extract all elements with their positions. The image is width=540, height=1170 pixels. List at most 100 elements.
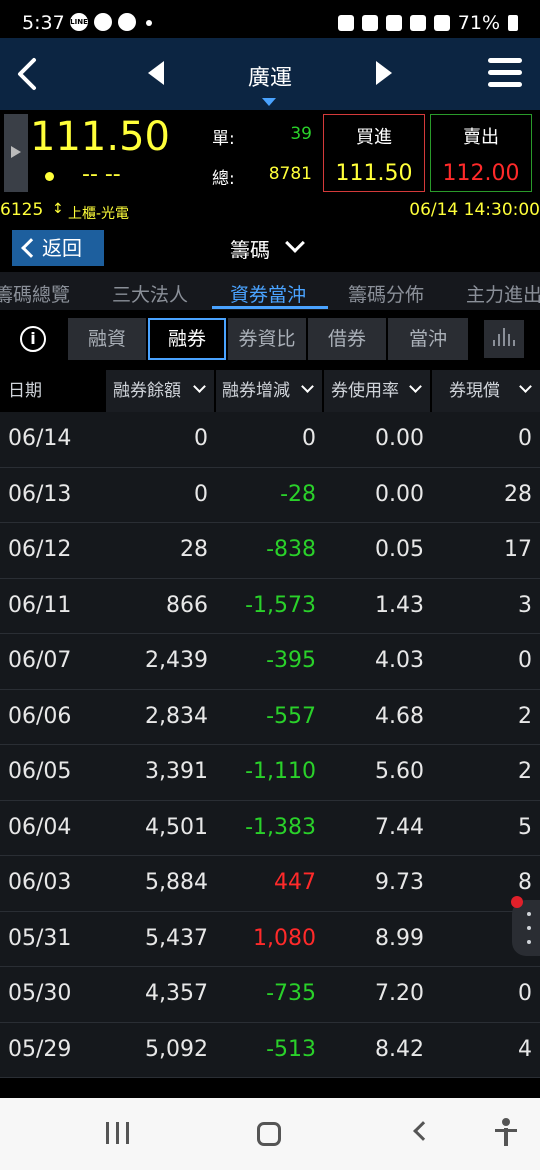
cell-short-change: 447 <box>274 870 316 895</box>
section-selector[interactable]: 籌碼 <box>230 234 270 263</box>
cell-short-balance: 866 <box>166 592 208 618</box>
cell-usage-rate: 0.00 <box>375 426 424 451</box>
sell-button[interactable]: 賣出 112.00 <box>430 114 532 192</box>
back-row: 返回 籌碼 <box>0 228 540 272</box>
recent-apps-icon[interactable] <box>106 1122 132 1144</box>
table-row[interactable]: 06/03 5,884 447 9.73 8 <box>0 856 540 912</box>
top-nav-bar: 廣運 <box>0 38 540 110</box>
sub-tabs: i 融資 融券 券資比 借券 當沖 <box>0 310 540 370</box>
subtab-short-sale[interactable]: 融券 <box>148 318 226 360</box>
cell-date: 05/29 <box>8 1036 72 1062</box>
tab-chip-overview[interactable]: 籌碼總覽 <box>0 280 70 307</box>
subtab-margin-purchase[interactable]: 融資 <box>68 318 146 360</box>
subtab-securities-lending[interactable]: 借券 <box>308 318 386 360</box>
subtab-short-margin-ratio[interactable]: 券資比 <box>228 318 306 360</box>
leaf-icon <box>337 15 354 31</box>
category-tabs: 籌碼總覽 三大法人 資券當沖 籌碼分佈 主力進出 <box>0 272 540 310</box>
return-button[interactable]: 返回 <box>12 230 104 266</box>
table-row[interactable]: 06/12 28 -838 0.05 17 <box>0 523 540 579</box>
cell-usage-rate: 8.42 <box>375 1036 424 1062</box>
cell-usage-rate: 0.00 <box>375 481 424 507</box>
cell-usage-rate: 8.99 <box>375 925 424 951</box>
table-row[interactable]: 05/315,4371,0808.993 <box>0 911 540 967</box>
cell-date: 06/11 <box>8 592 72 618</box>
total-volume-label: 總: <box>212 169 235 189</box>
table-row[interactable]: 06/05 3,391 -1,110 5.60 2 <box>0 745 540 801</box>
cell-short-change: -557 <box>266 703 316 729</box>
tab-major-traders[interactable]: 主力進出 <box>466 280 540 307</box>
tab-chip-distribution[interactable]: 籌碼分佈 <box>348 280 424 307</box>
sell-price: 112.00 <box>442 161 520 186</box>
table-row[interactable]: 06/07 2,439 -395 4.03 0 <box>0 634 540 690</box>
battery-icon <box>508 15 518 31</box>
info-icon[interactable]: i <box>20 326 46 352</box>
chat-icon <box>94 13 112 31</box>
sort-dropdown-icon[interactable] <box>301 380 314 393</box>
header-cash-repay[interactable]: 券現償 <box>432 370 540 412</box>
cell-cash-repay: 0 <box>518 981 532 1006</box>
subtab-day-trade[interactable]: 當沖 <box>388 318 468 360</box>
signal-icon <box>433 15 450 31</box>
title-dropdown-caret-icon <box>262 98 276 106</box>
notification-dot-icon <box>511 896 523 908</box>
table-row[interactable]: 05/29 5,092 -513 8.42 4 <box>0 1022 540 1078</box>
header-cash-repay-label: 券現償 <box>449 381 500 401</box>
cell-short-balance: 0 <box>194 426 208 451</box>
cell-short-change: -1,110 <box>245 759 316 784</box>
header-short-balance-label: 融券餘額 <box>113 381 181 401</box>
system-navigation-bar <box>0 1098 540 1170</box>
cell-cash-repay: 2 <box>518 759 532 784</box>
cell-cash-repay: 0 <box>518 648 532 673</box>
cell-short-balance: 2,834 <box>145 703 208 729</box>
cell-short-balance: 5,437 <box>145 925 208 951</box>
system-back-icon[interactable] <box>413 1121 433 1141</box>
buy-button[interactable]: 買進 111.50 <box>323 114 425 192</box>
waveform-icon[interactable] <box>484 320 524 358</box>
cell-short-balance: 5,092 <box>145 1036 208 1062</box>
table-row[interactable]: 06/14 0 0 0.00 0 <box>0 412 540 468</box>
cell-cash-repay: 2 <box>518 703 532 729</box>
hamburger-icon[interactable] <box>488 58 522 90</box>
cell-cash-repay: 28 <box>504 481 532 507</box>
cell-short-change: 1,080 <box>253 925 316 951</box>
up-down-arrow-icon: ↕ <box>52 201 64 217</box>
sort-dropdown-icon[interactable] <box>193 380 206 393</box>
cell-short-balance: 4,357 <box>145 981 208 1006</box>
table-row[interactable]: 06/04 4,501 -1,383 7.44 5 <box>0 800 540 856</box>
header-short-balance[interactable]: 融券餘額 <box>106 370 214 412</box>
cell-short-change: -1,573 <box>245 592 316 618</box>
back-arrow-icon[interactable] <box>12 56 42 92</box>
cell-short-change: -395 <box>266 648 316 673</box>
chevron-down-icon[interactable] <box>285 233 305 253</box>
sort-dropdown-icon[interactable] <box>519 380 532 393</box>
table-body: 06/14 0 0 0.00 0 06/13 0 -28 0.00 28 06/12 28 -838 0.… <box>0 412 540 1078</box>
header-short-change[interactable]: 融券增減 <box>216 370 322 412</box>
header-usage-rate-label: 券使用率 <box>331 381 399 401</box>
table-row[interactable]: 06/13 0 -28 0.00 28 <box>0 467 540 523</box>
prev-stock-icon[interactable] <box>148 61 164 85</box>
active-tab-underline <box>212 306 328 309</box>
buy-price: 111.50 <box>335 161 413 186</box>
sort-dropdown-icon[interactable] <box>409 380 422 393</box>
cell-cash-repay: 4 <box>518 1036 532 1062</box>
quote-datetime: 06/14 14:30:00 <box>409 200 540 220</box>
cell-short-change: -838 <box>266 537 316 562</box>
cell-date: 06/05 <box>8 759 72 784</box>
tab-margin-daytrade[interactable]: 資券當沖 <box>230 280 306 307</box>
accessibility-icon[interactable] <box>493 1118 519 1148</box>
cell-usage-rate: 4.68 <box>375 703 424 729</box>
table-header: 日期 融券餘額 融券增減 券使用率 券現償 <box>0 370 540 412</box>
header-usage-rate[interactable]: 券使用率 <box>324 370 430 412</box>
home-icon[interactable] <box>257 1122 281 1146</box>
header-short-change-label: 融券增減 <box>222 381 290 401</box>
tab-institutional[interactable]: 三大法人 <box>112 280 188 307</box>
table-row[interactable]: 05/30 4,357 -735 7.20 0 <box>0 967 540 1023</box>
scroll-handle[interactable] <box>512 900 540 956</box>
next-stock-icon[interactable] <box>376 61 392 85</box>
wifi-icon <box>409 15 426 31</box>
table-row[interactable]: 06/06 2,834 -557 4.68 2 <box>0 689 540 745</box>
stock-name-title[interactable]: 廣運 <box>200 60 340 92</box>
expand-side-panel-button[interactable] <box>4 114 28 192</box>
cell-cash-repay: 8 <box>518 870 532 895</box>
table-row[interactable]: 06/11 866 -1,573 1.43 3 <box>0 578 540 634</box>
